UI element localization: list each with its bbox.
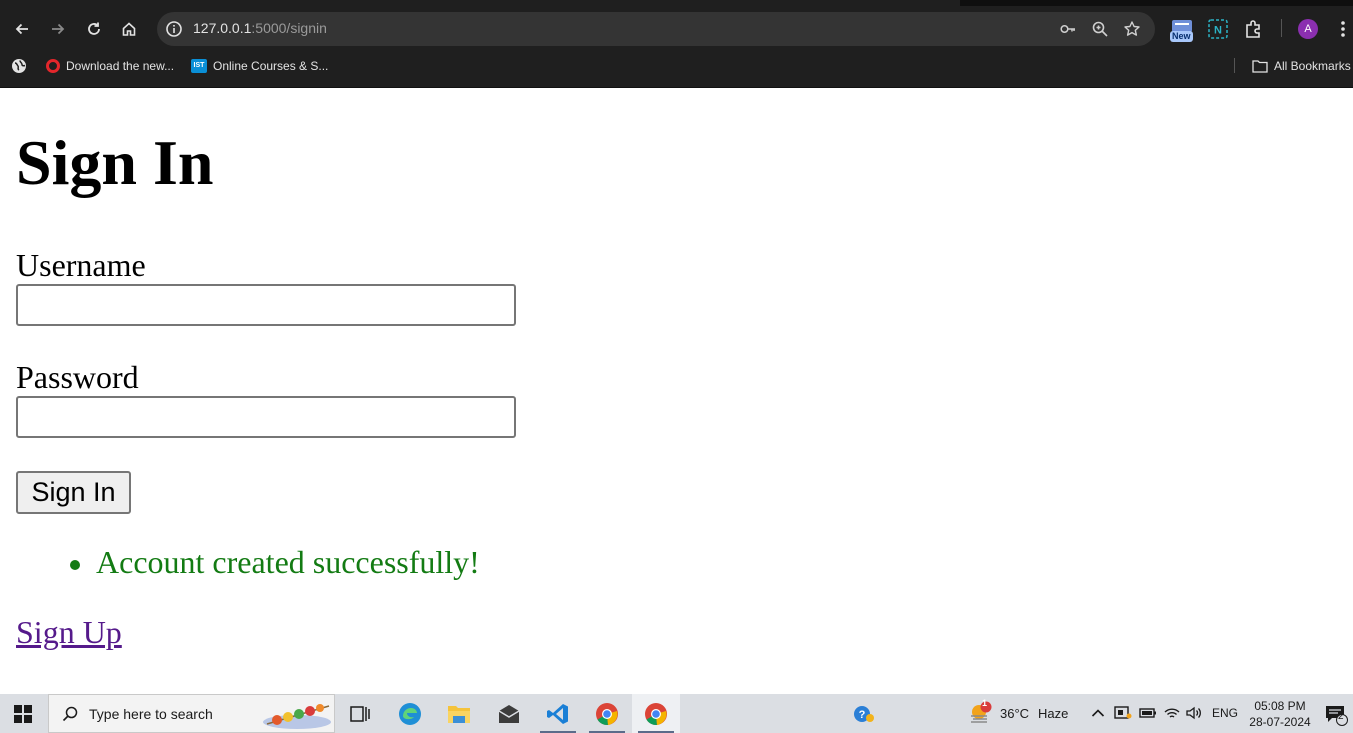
clock-time: 05:08 PM — [1254, 699, 1306, 713]
clock[interactable]: 05:08 PM 28-07-2024 — [1242, 698, 1318, 730]
home-button[interactable] — [115, 15, 143, 43]
all-bookmarks-button[interactable]: All Bookmarks — [1252, 58, 1351, 73]
task-view-button[interactable] — [336, 694, 384, 733]
weather-desc[interactable]: Haze — [1038, 706, 1068, 721]
new-badge: New — [1170, 31, 1193, 42]
ist-logo-icon: IST — [191, 58, 207, 73]
zoom-icon[interactable] — [1091, 20, 1109, 38]
bookmark-online-courses[interactable]: IST Online Courses & S... — [191, 58, 328, 73]
volume-icon[interactable] — [1185, 705, 1203, 721]
page-content: Sign In Username Password Sign In Accoun… — [0, 88, 1353, 694]
page-title: Sign In — [16, 127, 214, 198]
weather-temp[interactable]: 36°C — [1000, 706, 1029, 721]
svg-text:N: N — [1214, 25, 1222, 37]
weather-haze-icon[interactable] — [968, 701, 994, 725]
bookmark-star-icon[interactable] — [1123, 20, 1141, 38]
profile-avatar[interactable]: A — [1298, 19, 1318, 39]
mail-icon — [498, 704, 520, 723]
language-indicator[interactable]: ENG — [1212, 706, 1238, 720]
globe-icon[interactable] — [11, 58, 27, 74]
address-bar[interactable]: 127.0.0.1:5000/signin — [157, 12, 1155, 46]
taskbar-chrome-2[interactable] — [632, 694, 680, 733]
password-label: Password — [16, 359, 139, 395]
help-icon[interactable]: ? — [853, 704, 875, 724]
url-host: 127.0.0.1 — [193, 20, 252, 36]
extensions-puzzle-icon[interactable] — [1242, 17, 1266, 41]
sign-in-button[interactable]: Sign In — [16, 471, 131, 514]
search-icon — [62, 706, 78, 722]
bookmark-opera[interactable]: Download the new... — [46, 58, 174, 73]
username-input[interactable] — [16, 284, 516, 326]
taskbar: Type here to search ? 1 36°C Haze ENG 05… — [0, 694, 1353, 733]
browser-toolbar: 127.0.0.1:5000/signin New N A — [0, 0, 1353, 58]
wifi-icon[interactable] — [1163, 705, 1181, 721]
extension-n-icon[interactable]: N — [1206, 17, 1230, 41]
opera-icon — [46, 58, 60, 73]
bookmark-label: Download the new... — [66, 58, 175, 73]
url-path: :5000/signin — [251, 20, 327, 36]
chevron-up-icon[interactable] — [1091, 707, 1105, 719]
notifications-icon[interactable] — [1324, 703, 1348, 727]
taskbar-file-explorer[interactable] — [435, 694, 483, 733]
arrow-left-icon — [15, 23, 28, 35]
edge-icon — [399, 702, 421, 725]
windows-start-icon[interactable] — [14, 705, 32, 723]
tab-strip — [0, 0, 1353, 6]
bookmarks-divider — [1234, 58, 1235, 73]
taskbar-chrome-1[interactable] — [583, 694, 631, 733]
all-bookmarks-label: All Bookmarks — [1274, 58, 1351, 73]
taskbar-search[interactable]: Type here to search — [48, 694, 335, 733]
reload-icon — [88, 22, 100, 35]
search-highlight-kebab-icon — [263, 704, 331, 729]
network-device-icon[interactable] — [1114, 705, 1132, 721]
vscode-icon — [547, 703, 568, 724]
active-tab[interactable] — [0, 0, 960, 6]
forward-button[interactable] — [44, 15, 72, 43]
notification-count: 2 — [1338, 711, 1344, 722]
password-input[interactable] — [16, 396, 516, 438]
bookmarks-bar: Download the new... IST Online Courses &… — [0, 58, 1353, 88]
svg-text:?: ? — [859, 709, 866, 721]
sign-up-link[interactable]: Sign Up — [16, 616, 122, 648]
home-icon — [122, 22, 136, 36]
clock-date: 28-07-2024 — [1249, 715, 1311, 729]
chrome-icon — [596, 702, 618, 725]
arrow-right-icon — [52, 23, 65, 35]
more-menu-icon[interactable] — [1336, 18, 1350, 40]
folder-icon — [1252, 59, 1268, 73]
search-placeholder: Type here to search — [89, 706, 213, 722]
taskbar-vscode[interactable] — [534, 694, 582, 733]
bookmark-label: Online Courses & S... — [213, 58, 329, 73]
site-info-icon[interactable] — [165, 20, 183, 38]
taskbar-edge[interactable] — [386, 694, 434, 733]
chrome-icon — [645, 702, 667, 725]
flash-messages: Account created successfully! — [70, 544, 480, 580]
flash-message: Account created successfully! — [70, 544, 480, 580]
taskbar-mail[interactable] — [485, 694, 533, 733]
reload-button[interactable] — [80, 15, 108, 43]
password-key-icon[interactable] — [1059, 20, 1077, 38]
username-label: Username — [16, 247, 146, 283]
toolbar-divider — [1281, 19, 1282, 37]
file-explorer-icon — [448, 705, 470, 723]
back-button[interactable] — [8, 15, 36, 43]
weather-alert-badge: 1 — [982, 698, 988, 708]
battery-icon[interactable] — [1139, 707, 1157, 719]
task-view-icon — [350, 705, 370, 722]
url-text[interactable]: 127.0.0.1:5000/signin — [193, 20, 327, 36]
